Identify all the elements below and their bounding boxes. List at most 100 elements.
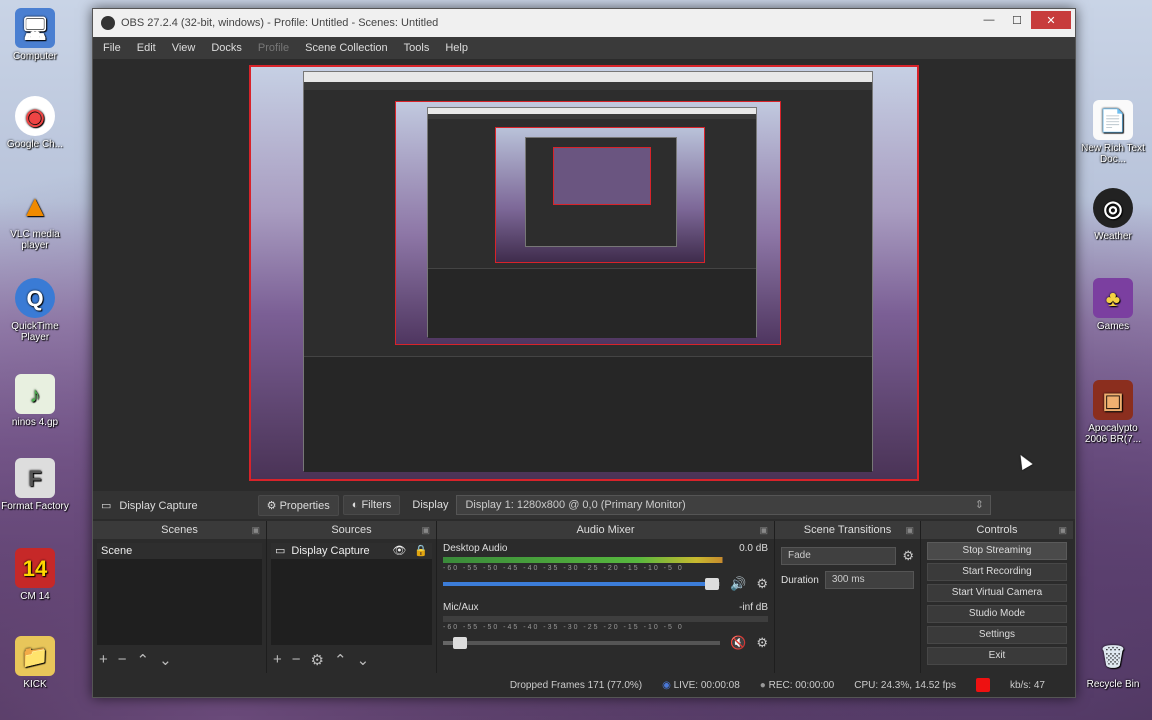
dock-float-icon[interactable]: ▣ — [1058, 521, 1067, 539]
move-down-icon[interactable]: ⌄ — [159, 651, 172, 669]
gear-icon[interactable]: ⚙ — [311, 651, 324, 669]
maximize-button[interactable]: ☐ — [1003, 11, 1031, 29]
bitrate-status: kb/s: 47 — [1009, 679, 1045, 691]
desktop-icon-label: New Rich Text Doc... — [1081, 143, 1145, 165]
channel-db: -inf dB — [739, 602, 768, 613]
start-recording-button[interactable]: Start Recording — [927, 563, 1067, 581]
move-up-icon[interactable]: ⌃ — [137, 651, 150, 669]
mixer-channel-mic: Mic/Aux -inf dB -60 -55 -50 -45 -40 -35 -… — [443, 602, 768, 651]
menu-view[interactable]: View — [172, 42, 196, 54]
stop-streaming-button[interactable]: Stop Streaming — [927, 542, 1067, 560]
desktop-icon-rich-text[interactable]: 📄 New Rich Text Doc... — [1078, 100, 1148, 165]
scene-transitions-dock: Scene Transitions ▣ Fade ⚙ Duration 300 m… — [775, 521, 921, 673]
dock-float-icon[interactable]: ▣ — [421, 521, 430, 539]
meter-ticks: -60 -55 -50 -45 -40 -35 -30 -25 -20 -15 … — [443, 565, 684, 572]
stream-health-indicator — [975, 678, 990, 692]
desktop-icon-label: Format Factory — [1, 501, 69, 512]
move-up-icon[interactable]: ⌃ — [334, 651, 347, 669]
dock-float-icon[interactable]: ▣ — [759, 521, 768, 539]
desktop-icon-label: ninos 4.gp — [11, 417, 59, 428]
display-label: Display — [412, 499, 449, 511]
sources-dock-header: Sources ▣ — [267, 521, 436, 539]
transition-type-select[interactable]: Fade — [781, 547, 897, 565]
folder-icon: 📁 — [15, 636, 55, 676]
exit-button[interactable]: Exit — [927, 647, 1067, 665]
menu-tools[interactable]: Tools — [404, 42, 430, 54]
start-virtual-camera-button[interactable]: Start Virtual Camera — [927, 584, 1067, 602]
add-icon[interactable]: + — [99, 651, 108, 669]
studio-mode-button[interactable]: Studio Mode — [927, 605, 1067, 623]
desktop-icon-kick[interactable]: 📁 KICK — [0, 636, 70, 690]
desktop-icon-weather[interactable]: ◎ Weather — [1078, 188, 1148, 242]
live-icon: ◉ — [662, 679, 674, 691]
desktop-icon-recycle-bin[interactable]: 🗑 Recycle Bin — [1078, 636, 1148, 690]
desktop-icon-chrome[interactable]: ◉ Google Ch... — [0, 96, 70, 150]
desktop-icon-format-factory[interactable]: F Format Factory — [0, 458, 70, 512]
menu-scene-collection[interactable]: Scene Collection — [305, 42, 388, 54]
desktop-icon-label: QuickTime Player — [11, 321, 59, 343]
games-icon: ♣ — [1093, 278, 1133, 318]
vlc-icon: ▲ — [20, 189, 50, 223]
volume-meter — [443, 616, 768, 622]
desktop-icon-label: CM 14 — [20, 591, 50, 602]
lock-icon[interactable]: 🔒 — [414, 543, 428, 559]
remove-icon[interactable]: − — [118, 651, 127, 669]
display-select[interactable]: Display 1: 1280x800 @ 0,0 (Primary Monit… — [456, 495, 991, 515]
obs-logo-icon — [101, 16, 115, 30]
controls-header: Controls ▣ — [921, 521, 1073, 539]
rec-status: ● REC: 00:00:00 — [759, 679, 835, 691]
channel-name: Mic/Aux — [443, 602, 479, 613]
preview-area — [93, 59, 1075, 491]
add-icon[interactable]: + — [273, 651, 282, 669]
desktop-icon-computer[interactable]: 🖥 Computer — [0, 8, 70, 62]
menu-profile[interactable]: Profile — [258, 42, 289, 54]
desktop-icon-vlc[interactable]: ▲ VLC media player — [0, 186, 70, 251]
dock-area: Scenes ▣ Scene + − ⌃ ⌄ Sources ▣ ▭ Display… — [93, 521, 1075, 673]
desktop-icon-ninos[interactable]: ♪ ninos 4.gp — [0, 374, 70, 428]
nested-preview-frame-3 — [553, 147, 651, 205]
volume-slider[interactable] — [443, 637, 721, 649]
dropped-frames: Dropped Frames 171 (77.0%) — [509, 679, 643, 691]
source-toolbar: ▭ Display Capture ⚙ Properties ◐ Filters … — [93, 491, 1075, 519]
eye-icon[interactable]: 👁 — [392, 543, 406, 559]
source-item[interactable]: ▭ Display Capture 👁 🔒 — [271, 543, 432, 559]
mixer-channel-desktop: Desktop Audio 0.0 dB -60 -55 -50 -45 -40 … — [443, 543, 768, 592]
volume-slider[interactable] — [443, 578, 721, 590]
dock-float-icon[interactable]: ▣ — [251, 521, 260, 539]
speaker-icon[interactable]: 🔊 — [730, 576, 746, 592]
gear-icon[interactable]: ⚙ — [902, 548, 914, 564]
gear-icon[interactable]: ⚙ — [756, 635, 768, 651]
filters-button[interactable]: ◐ Filters — [342, 495, 401, 515]
properties-button[interactable]: ⚙ Properties — [257, 494, 339, 516]
menu-edit[interactable]: Edit — [137, 42, 156, 54]
video-file-icon: ▣ — [1093, 380, 1133, 420]
rec-icon: ● — [759, 679, 769, 691]
recycle-bin-icon: 🗑 — [1099, 643, 1127, 669]
close-button[interactable]: ✕ — [1031, 11, 1071, 29]
scenes-dock-toolbar: + − ⌃ ⌄ — [99, 651, 172, 669]
title-bar[interactable]: OBS 27.2.4 (32-bit, windows) - Profile: … — [93, 9, 1075, 37]
audio-mixer-dock: Audio Mixer ▣ Desktop Audio 0.0 dB -60 -55… — [437, 521, 775, 673]
channel-name: Desktop Audio — [443, 543, 508, 554]
move-down-icon[interactable]: ⌄ — [357, 651, 370, 669]
menu-file[interactable]: File — [103, 42, 121, 54]
muted-speaker-icon[interactable]: 🔇 — [730, 635, 746, 651]
settings-button[interactable]: Settings — [927, 626, 1067, 644]
desktop-icon-games[interactable]: ♣ Games — [1078, 278, 1148, 332]
dock-float-icon[interactable]: ▣ — [905, 521, 914, 539]
gear-icon[interactable]: ⚙ — [756, 576, 768, 592]
desktop-icon-label: Google Ch... — [6, 139, 64, 150]
minimize-button[interactable]: — — [975, 11, 1003, 29]
desktop-icon-cm14[interactable]: 14 CM 14 — [0, 548, 70, 602]
weather-icon: ◎ — [1093, 188, 1133, 228]
duration-input[interactable]: 300 ms — [824, 571, 914, 589]
menu-docks[interactable]: Docks — [211, 42, 242, 54]
preview-canvas[interactable] — [249, 65, 919, 481]
desktop-icon-apocalypto[interactable]: ▣ Apocalypto 2006 BR(7... — [1078, 380, 1148, 445]
desktop-icon-quicktime[interactable]: Q QuickTime Player — [0, 278, 70, 343]
menu-help[interactable]: Help — [445, 42, 468, 54]
scene-item[interactable]: Scene — [97, 543, 262, 559]
remove-icon[interactable]: − — [292, 651, 301, 669]
duration-label: Duration — [781, 574, 819, 586]
menu-bar: File Edit View Docks Profile Scene Colle… — [93, 37, 1075, 59]
